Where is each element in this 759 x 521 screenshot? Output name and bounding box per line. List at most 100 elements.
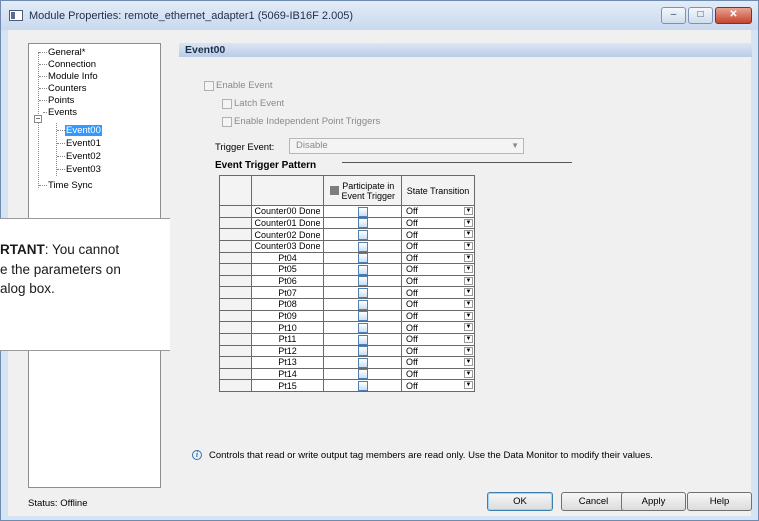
enable-independent-checkbox[interactable]: [222, 117, 232, 127]
state-transition-cell[interactable]: Off ▼: [401, 356, 475, 369]
state-transition-cell[interactable]: Off ▼: [401, 263, 475, 276]
close-button[interactable]: ✕: [715, 7, 752, 24]
trigger-event-select[interactable]: Disable ▼: [289, 138, 524, 154]
latch-event-checkbox[interactable]: [222, 99, 232, 109]
tree-item-event00[interactable]: Event00: [65, 125, 102, 136]
state-transition-cell[interactable]: Off ▼: [401, 239, 475, 253]
participate-cell: [323, 298, 402, 311]
row-header[interactable]: [219, 321, 252, 334]
dropdown-arrow-icon[interactable]: ▼: [464, 241, 473, 250]
participate-checkbox[interactable]: [357, 241, 368, 252]
row-header[interactable]: [219, 239, 252, 253]
state-transition-cell[interactable]: Off ▼: [401, 286, 475, 299]
dropdown-arrow-icon[interactable]: ▼: [464, 218, 473, 227]
participate-checkbox[interactable]: [357, 264, 368, 275]
row-header[interactable]: [219, 205, 252, 218]
row-header[interactable]: [219, 309, 252, 323]
participate-checkbox[interactable]: [357, 357, 368, 368]
state-transition-cell[interactable]: Off ▼: [401, 309, 475, 323]
table-row: Counter03 Done Off ▼: [219, 239, 475, 253]
tree-item-event01[interactable]: Event01: [66, 138, 101, 149]
dropdown-arrow-icon[interactable]: ▼: [464, 253, 473, 262]
state-transition-cell[interactable]: Off ▼: [401, 205, 475, 218]
participate-checkbox[interactable]: [357, 206, 368, 217]
participate-checkbox[interactable]: [357, 311, 368, 321]
state-column-header: State Transition: [401, 175, 475, 206]
tree-item-time-sync[interactable]: Time Sync: [48, 180, 93, 191]
row-header[interactable]: [219, 251, 252, 265]
row-header[interactable]: [219, 298, 252, 311]
participate-checkbox[interactable]: [357, 229, 368, 240]
trigger-event-label: Trigger Event:: [215, 142, 275, 153]
tree-item-counters[interactable]: Counters: [48, 83, 87, 94]
row-header[interactable]: [219, 356, 252, 369]
row-header[interactable]: [219, 286, 252, 299]
state-transition-value: Off: [406, 380, 418, 391]
help-button[interactable]: Help: [687, 492, 752, 511]
state-transition-cell[interactable]: Off ▼: [401, 228, 475, 241]
dropdown-arrow-icon[interactable]: ▼: [464, 230, 473, 239]
participate-checkbox[interactable]: [357, 322, 368, 333]
tree-item-event03[interactable]: Event03: [66, 164, 101, 175]
dropdown-arrow-icon[interactable]: ▼: [464, 300, 473, 308]
dropdown-arrow-icon[interactable]: ▼: [464, 346, 473, 355]
enable-event-checkbox[interactable]: [204, 81, 214, 91]
dropdown-arrow-icon[interactable]: ▼: [464, 381, 473, 390]
participate-cell: [323, 239, 402, 253]
tree-item-events[interactable]: Events: [48, 107, 77, 118]
cancel-button[interactable]: Cancel: [561, 492, 626, 511]
participate-checkbox[interactable]: [357, 218, 368, 228]
maximize-button[interactable]: □: [688, 7, 713, 24]
state-transition-cell[interactable]: Off ▼: [401, 251, 475, 265]
select-all-box-icon[interactable]: [329, 186, 339, 195]
dropdown-arrow-icon[interactable]: ▼: [464, 311, 473, 320]
ok-button[interactable]: OK: [487, 492, 553, 511]
apply-button[interactable]: Apply: [621, 492, 686, 511]
row-name: Pt15: [251, 379, 324, 392]
participate-checkbox[interactable]: [357, 288, 368, 298]
dropdown-arrow-icon[interactable]: ▼: [464, 265, 473, 274]
row-header[interactable]: [219, 367, 252, 381]
minimize-button[interactable]: –: [661, 7, 686, 24]
dropdown-arrow-icon[interactable]: ▼: [464, 207, 473, 215]
state-transition-cell[interactable]: Off ▼: [401, 332, 475, 346]
participate-checkbox[interactable]: [357, 346, 368, 356]
state-transition-cell[interactable]: Off ▼: [401, 344, 475, 358]
row-header[interactable]: [219, 228, 252, 241]
event-trigger-rows: Counter00 Done Off ▼ Counter01 Done Off ▼ Coun…: [219, 205, 475, 392]
dropdown-arrow-icon[interactable]: ▼: [464, 276, 473, 285]
participate-checkbox[interactable]: [357, 381, 368, 391]
participate-checkbox[interactable]: [357, 369, 368, 379]
row-header[interactable]: [219, 379, 252, 392]
title-bar: Module Properties: remote_ethernet_adapt…: [1, 1, 758, 30]
dropdown-arrow-icon[interactable]: ▼: [464, 323, 473, 332]
enable-independent-label: Enable Independent Point Triggers: [234, 116, 381, 127]
state-transition-cell[interactable]: Off ▼: [401, 367, 475, 381]
participate-checkbox[interactable]: [357, 253, 368, 263]
row-header[interactable]: [219, 332, 252, 346]
dropdown-arrow-icon[interactable]: ▼: [464, 288, 473, 297]
participate-checkbox[interactable]: [357, 299, 368, 310]
state-transition-cell[interactable]: Off ▼: [401, 298, 475, 311]
dropdown-arrow-icon[interactable]: ▼: [464, 369, 473, 378]
row-header[interactable]: [219, 263, 252, 276]
state-transition-cell[interactable]: Off ▼: [401, 274, 475, 288]
tree-item-event02[interactable]: Event02: [66, 151, 101, 162]
state-transition-value: Off: [406, 252, 418, 263]
tree-item-points[interactable]: Points: [48, 95, 74, 106]
participate-checkbox[interactable]: [357, 276, 368, 286]
state-transition-cell[interactable]: Off ▼: [401, 321, 475, 334]
participate-checkbox[interactable]: [357, 334, 368, 345]
tree-item-connection[interactable]: Connection: [48, 59, 96, 70]
tree-item-module-info[interactable]: Module Info: [48, 71, 98, 82]
state-transition-cell[interactable]: Off ▼: [401, 216, 475, 230]
row-header[interactable]: [219, 344, 252, 358]
dropdown-arrow-icon[interactable]: ▼: [464, 334, 473, 343]
row-header[interactable]: [219, 216, 252, 230]
events-collapse-icon[interactable]: −: [34, 115, 42, 123]
dropdown-arrow-icon[interactable]: ▼: [464, 358, 473, 367]
row-header[interactable]: [219, 274, 252, 288]
participate-column-header[interactable]: Participate in Event Trigger: [323, 175, 402, 206]
state-transition-cell[interactable]: Off ▼: [401, 379, 475, 392]
tree-item-general[interactable]: General*: [48, 47, 86, 58]
